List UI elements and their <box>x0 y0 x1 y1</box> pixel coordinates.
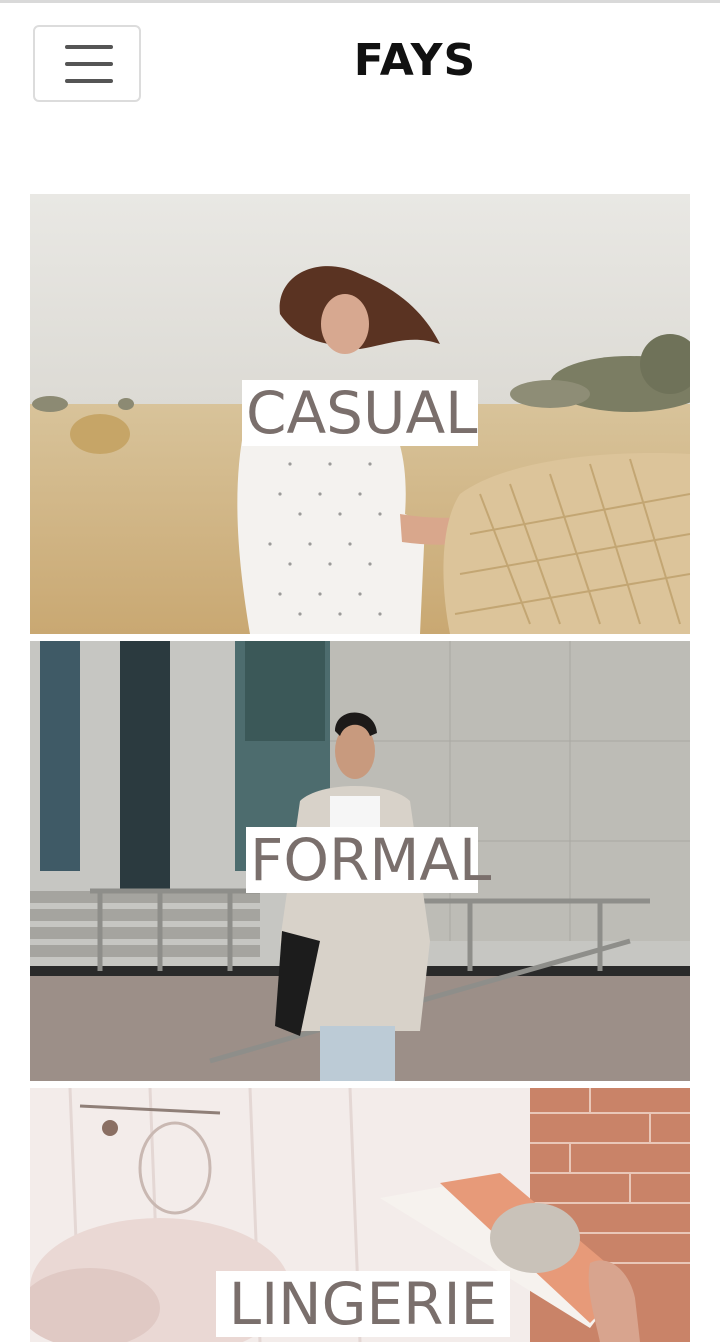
site-logo[interactable]: FAYS <box>330 31 500 91</box>
category-card-casual[interactable]: CASUAL <box>30 194 690 634</box>
category-label: LINGERIE <box>216 1271 510 1337</box>
category-card-lingerie[interactable]: LINGERIE <box>30 1088 690 1342</box>
menu-toggle-button[interactable] <box>33 25 141 102</box>
hamburger-menu-icon <box>65 45 113 83</box>
category-card-formal[interactable]: FORMAL <box>30 641 690 1081</box>
category-label: FORMAL <box>246 827 491 893</box>
site-header: FAYS <box>0 3 720 123</box>
category-label: CASUAL <box>242 380 478 446</box>
